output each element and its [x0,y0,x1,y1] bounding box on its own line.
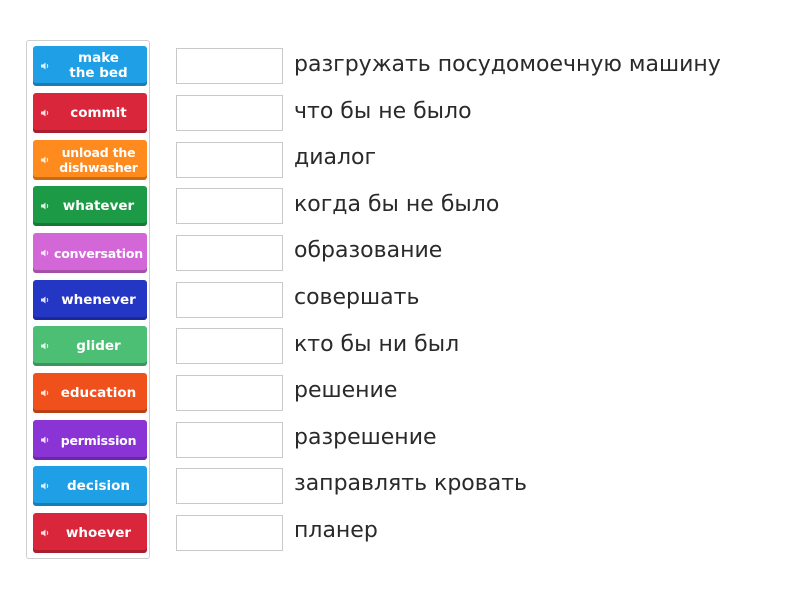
drop-slot[interactable] [176,188,283,224]
drop-slot[interactable] [176,48,283,84]
word-tile-label: whenever [61,291,136,308]
definition-text: образование [294,238,443,263]
word-tile-label: decision [67,477,130,494]
drop-slot[interactable] [176,235,283,271]
speaker-icon[interactable] [40,341,50,351]
definition-text: разгружать посудомоечную машину [294,52,721,77]
word-tile-label: whatever [62,197,135,214]
definition-text: заправлять кровать [294,471,527,496]
word-tile-label: whoever [65,524,132,541]
speaker-icon[interactable] [40,435,50,445]
word-tile-whenever[interactable]: whenever [33,280,147,320]
drop-slot[interactable] [176,328,283,364]
word-tile-education[interactable]: education [33,373,147,413]
speaker-icon[interactable] [40,61,50,71]
speaker-icon[interactable] [40,388,50,398]
speaker-icon[interactable] [40,481,50,491]
word-tile-tray: make the bed commit unload the dishwashe… [26,40,150,559]
word-tile-label: unload the dishwasher [59,145,138,175]
definition-text: решение [294,378,398,403]
speaker-icon[interactable] [40,201,50,211]
word-tile-label: commit [70,104,127,121]
definition-text: что бы не было [294,99,472,124]
word-tile-conversation[interactable]: conversation [33,233,147,273]
definition-text: разрешение [294,425,437,450]
speaker-icon[interactable] [40,295,50,305]
definition-text: диалог [294,145,377,170]
word-tile-permission[interactable]: permission [33,420,147,460]
word-tile-glider[interactable]: glider [33,326,147,366]
word-tile-label: permission [60,432,137,448]
word-tile-unload-the-dishwasher[interactable]: unload the dishwasher [33,140,147,180]
word-tile-label: education [60,384,137,401]
word-tile-whoever[interactable]: whoever [33,513,147,553]
word-tile-label: conversation [54,245,143,261]
word-tile-label: glider [76,337,121,354]
definition-text: когда бы не было [294,192,500,217]
drop-slot[interactable] [176,375,283,411]
drop-slot[interactable] [176,468,283,504]
drop-slot[interactable] [176,422,283,458]
drop-slot[interactable] [176,142,283,178]
drop-slot[interactable] [176,95,283,131]
speaker-icon[interactable] [40,248,50,258]
drop-slot[interactable] [176,282,283,318]
word-tile-decision[interactable]: decision [33,466,147,506]
word-tile-commit[interactable]: commit [33,93,147,133]
word-tile-make-the-bed[interactable]: make the bed [33,46,147,86]
speaker-icon[interactable] [40,108,50,118]
definition-text: совершать [294,285,420,310]
definition-text: планер [294,518,378,543]
word-tile-label: make the bed [69,50,128,81]
speaker-icon[interactable] [40,528,50,538]
speaker-icon[interactable] [40,155,50,165]
word-tile-whatever[interactable]: whatever [33,186,147,226]
definition-text: кто бы ни был [294,332,460,357]
drop-slot[interactable] [176,515,283,551]
